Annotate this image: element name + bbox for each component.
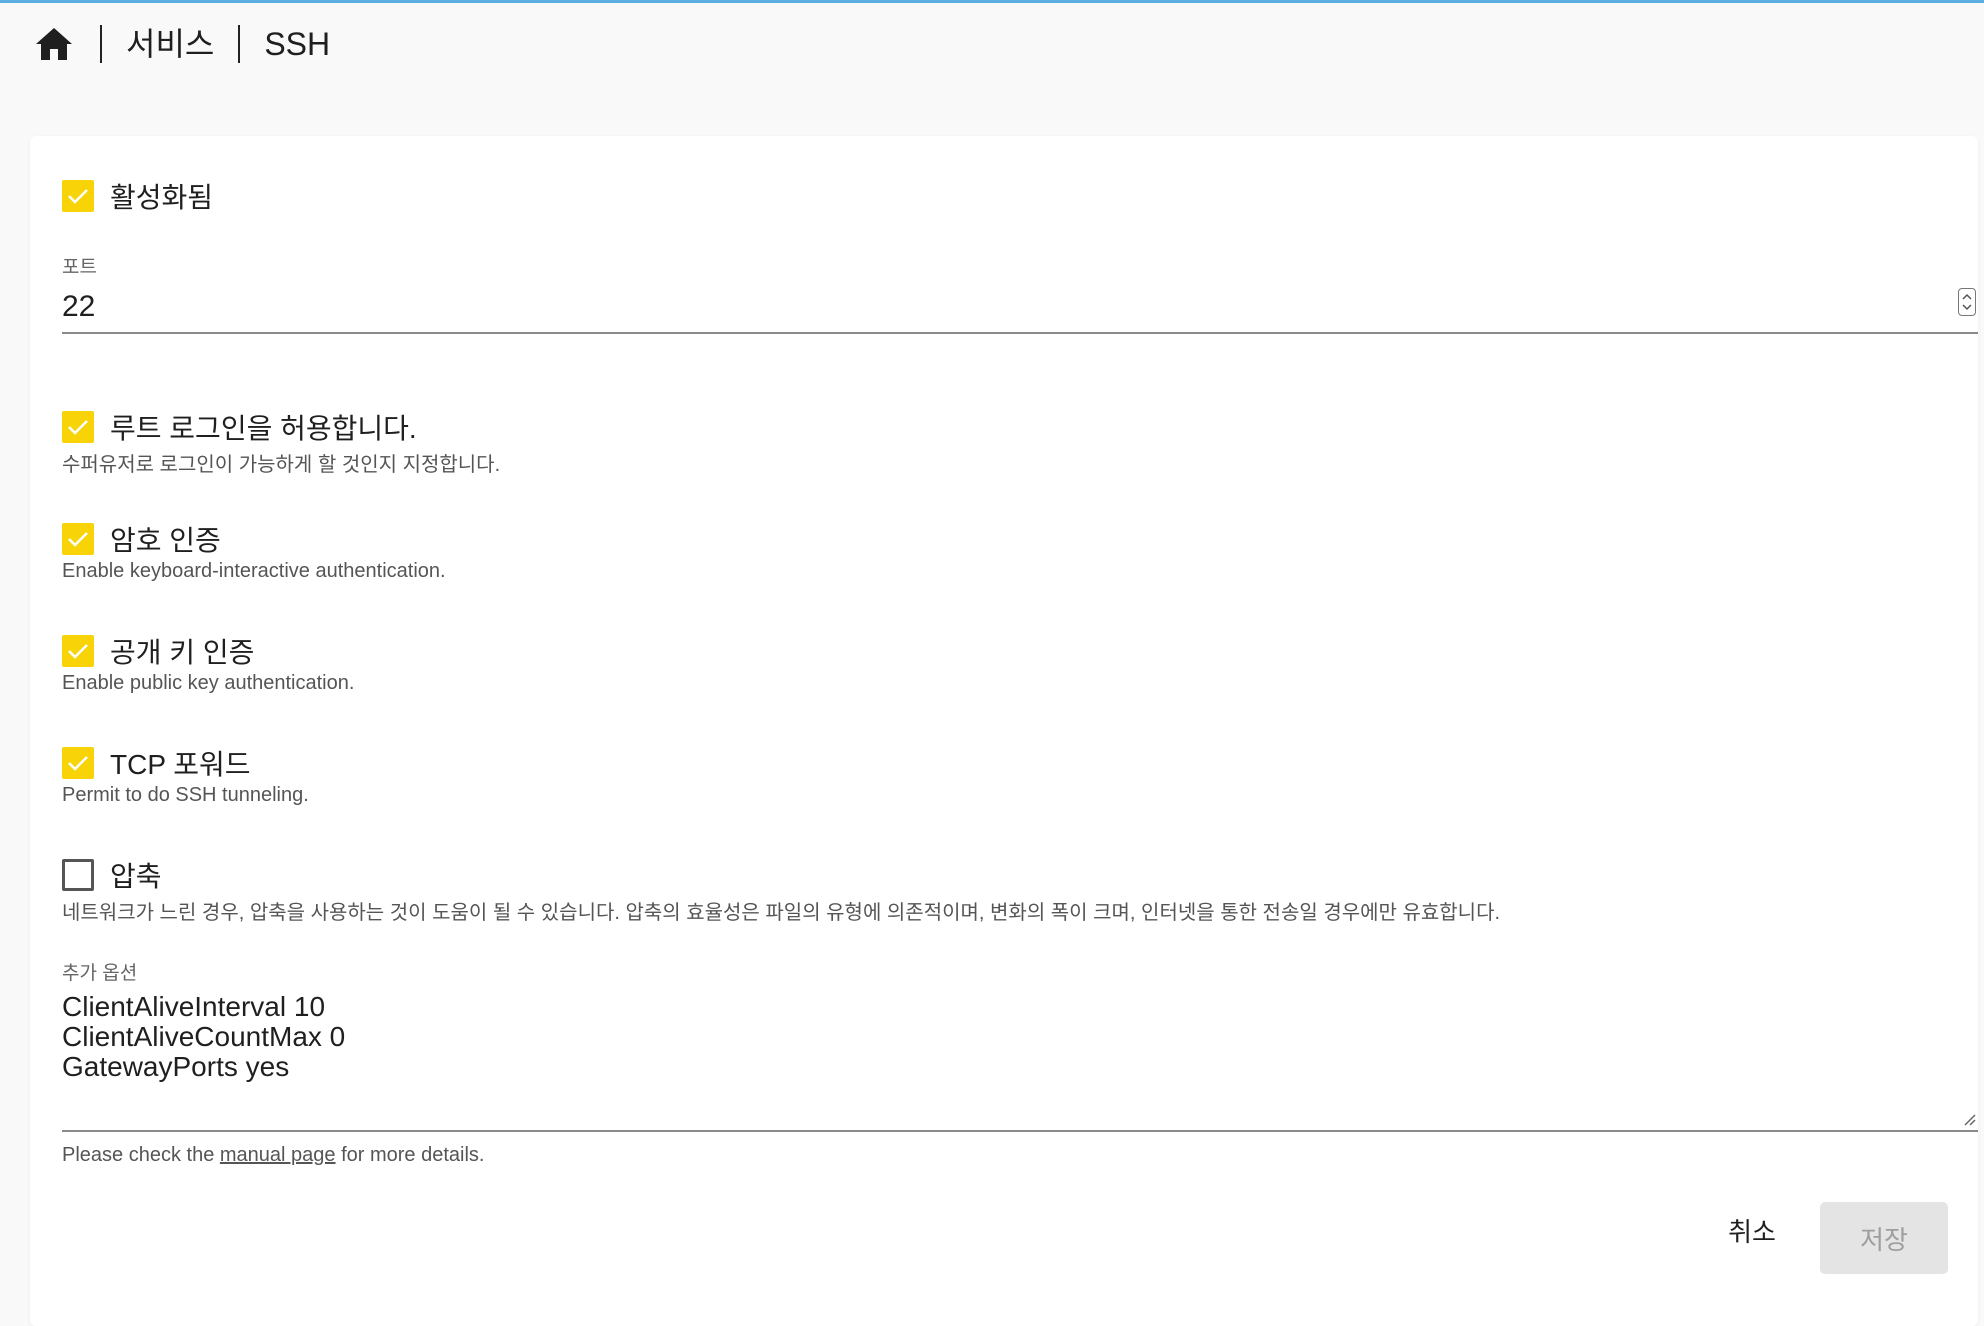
enabled-checkbox[interactable]: [62, 180, 94, 212]
root-login-label[interactable]: 루트 로그인을 허용합니다.: [110, 407, 417, 447]
port-stepper[interactable]: [1958, 288, 1976, 316]
top-accent-line: [0, 0, 1984, 3]
ssh-settings-form: 활성화됨 포트 22 루트 로그인을 허용합니다. 수퍼유저로 로그인이 가능하…: [30, 136, 1978, 1326]
tcp-forwarding-hint: Permit to do SSH tunneling.: [62, 784, 309, 806]
root-login-hint: 수퍼유저로 로그인이 가능하게 할 것인지 지정합니다.: [62, 454, 501, 476]
extra-options-textarea[interactable]: ClientAliveInterval 10 ClientAliveCountM…: [62, 992, 1978, 1132]
root-login-checkbox[interactable]: [62, 411, 94, 443]
extra-options-line[interactable]: GatewayPorts yes: [62, 1052, 1978, 1082]
port-input[interactable]: 22: [62, 284, 1978, 334]
root-login-row: 루트 로그인을 허용합니다.: [62, 407, 417, 447]
password-auth-row: 암호 인증: [62, 519, 221, 559]
password-auth-label[interactable]: 암호 인증: [110, 519, 221, 559]
resize-handle-icon[interactable]: [1962, 1112, 1976, 1126]
check-icon: [68, 756, 88, 771]
extra-options-helper: Please check the manual page for more de…: [62, 1144, 484, 1167]
tcp-forwarding-label[interactable]: TCP 포워드: [110, 743, 251, 783]
extra-options-line[interactable]: ClientAliveInterval 10: [62, 992, 1978, 1022]
password-auth-hint: Enable keyboard-interactive authenticati…: [62, 560, 446, 582]
check-icon: [68, 532, 88, 547]
helper-prefix: Please check the: [62, 1144, 220, 1166]
compression-label[interactable]: 압축: [110, 855, 162, 895]
enabled-label[interactable]: 활성화됨: [110, 176, 213, 216]
tcp-forwarding-checkbox[interactable]: [62, 747, 94, 779]
check-icon: [68, 644, 88, 659]
tcp-forwarding-row: TCP 포워드: [62, 743, 251, 783]
breadcrumb-services[interactable]: 서비스: [126, 18, 214, 70]
breadcrumb-separator: [100, 25, 102, 63]
compression-row: 압축: [62, 855, 162, 895]
compression-checkbox[interactable]: [62, 859, 94, 891]
cancel-button[interactable]: 취소: [1702, 1203, 1802, 1257]
pubkey-auth-checkbox[interactable]: [62, 635, 94, 667]
stepper-arrows-icon: [1962, 293, 1972, 311]
save-button[interactable]: 저장: [1820, 1202, 1948, 1274]
pubkey-auth-label[interactable]: 공개 키 인증: [110, 631, 254, 671]
port-value[interactable]: 22: [62, 290, 95, 324]
extra-options-label: 추가 옵션: [62, 963, 138, 984]
extra-options-line[interactable]: ClientAliveCountMax 0: [62, 1022, 1978, 1052]
breadcrumb: 서비스 SSH: [32, 18, 330, 70]
breadcrumb-current: SSH: [264, 26, 331, 62]
manual-page-link[interactable]: manual page: [220, 1144, 336, 1166]
breadcrumb-separator: [238, 25, 241, 63]
pubkey-auth-hint: Enable public key authentication.: [62, 672, 355, 694]
port-label: 포트: [62, 257, 97, 278]
helper-suffix: for more details.: [335, 1144, 485, 1166]
enabled-row: 활성화됨: [62, 176, 213, 216]
compression-hint: 네트워크가 느린 경우, 압축을 사용하는 것이 도움이 될 수 있습니다. 압…: [62, 902, 1501, 924]
check-icon: [68, 189, 88, 204]
password-auth-checkbox[interactable]: [62, 523, 94, 555]
pubkey-auth-row: 공개 키 인증: [62, 631, 254, 671]
check-icon: [68, 420, 88, 435]
home-icon[interactable]: [32, 22, 76, 66]
